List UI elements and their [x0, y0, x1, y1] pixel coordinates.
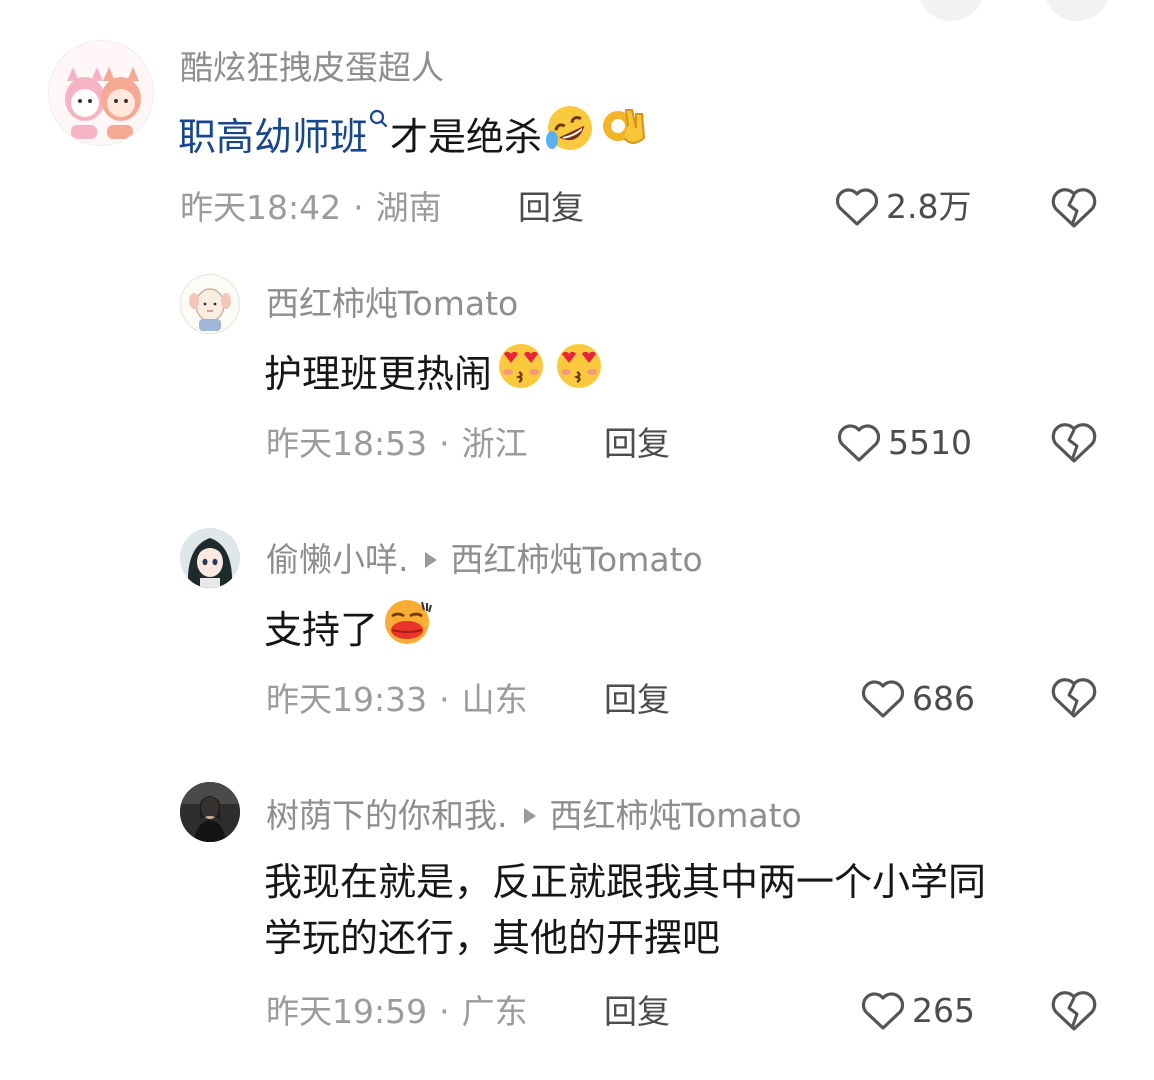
- avatar-cartoon-icon: [189, 288, 231, 331]
- comment-text: 支持了: [264, 598, 436, 667]
- top-button-partial-left[interactable]: [918, 0, 984, 21]
- comment-location: 浙江: [461, 424, 528, 463]
- avatar[interactable]: [180, 528, 240, 588]
- reply-to-username[interactable]: 西红柿炖Tomato: [550, 796, 802, 835]
- reply-arrow-icon: [424, 551, 437, 568]
- like-button[interactable]: 2.8万: [834, 186, 971, 228]
- reply-arrow-icon: [523, 807, 536, 824]
- like-count: 686: [912, 679, 975, 718]
- reply-to-username[interactable]: 西红柿炖Tomato: [451, 540, 703, 579]
- like-button[interactable]: 686: [860, 678, 975, 720]
- like-button[interactable]: 5510: [836, 422, 972, 464]
- broken-heart-icon: [1051, 188, 1097, 228]
- heart-icon: [861, 992, 905, 1030]
- heart-eyes-kiss-icon: [550, 338, 608, 407]
- comment-location: 山东: [461, 680, 528, 719]
- username[interactable]: 西红柿炖Tomato: [266, 284, 518, 324]
- comment-text-body: 支持了: [264, 608, 379, 652]
- heart-icon: [837, 424, 881, 462]
- heart-icon: [861, 680, 905, 718]
- comment-text-line-2: 学玩的还行，其他的开摆吧: [264, 916, 721, 960]
- comment-meta: 昨天19:59 · 广东: [266, 992, 528, 1032]
- dislike-button[interactable]: [1050, 421, 1098, 469]
- ok-hand-icon: [598, 100, 654, 171]
- comment-time: 昨天18:42: [180, 188, 342, 227]
- reply-button[interactable]: 回复: [604, 992, 670, 1032]
- avatar-anime-girl-icon: [180, 528, 240, 588]
- broken-heart-icon: [1051, 423, 1097, 463]
- avatar-cartoon-icon: [49, 41, 153, 145]
- comment-meta: 昨天18:53 · 浙江: [266, 424, 528, 464]
- username[interactable]: 酷炫狂拽皮蛋超人: [180, 48, 444, 88]
- username-link[interactable]: 偷懒小咩.: [266, 540, 409, 579]
- separator: ·: [439, 424, 450, 463]
- separator: ·: [439, 680, 450, 719]
- comment-text: 护理班更热闹: [264, 342, 608, 411]
- comment-text-line-1: 我现在就是，反正就跟我其中两一个小学同: [264, 860, 987, 904]
- like-count: 2.8万: [886, 187, 972, 226]
- comment-text-body: 才是绝杀: [390, 115, 543, 159]
- comment-location: 广东: [461, 992, 528, 1031]
- separator: ·: [353, 188, 364, 227]
- avatar[interactable]: [180, 274, 240, 334]
- avatar[interactable]: [180, 782, 240, 842]
- avatar-photo-icon: [180, 782, 240, 842]
- reply-button[interactable]: 回复: [604, 424, 670, 464]
- comment-time: 昨天19:33: [266, 680, 428, 719]
- comment-location: 湖南: [375, 188, 442, 227]
- reply-button[interactable]: 回复: [604, 680, 670, 720]
- search-tag-link[interactable]: 职高幼师班: [178, 115, 368, 159]
- like-count: 265: [912, 991, 975, 1030]
- broken-heart-icon: [1051, 678, 1097, 718]
- comment-text-body: 护理班更热闹: [264, 352, 493, 396]
- reply-button[interactable]: 回复: [518, 188, 584, 228]
- like-button[interactable]: 265: [860, 990, 975, 1032]
- dislike-button[interactable]: [1050, 676, 1098, 724]
- heart-eyes-kiss-icon: [492, 338, 550, 407]
- comment-meta: 昨天18:42 · 湖南: [180, 188, 442, 228]
- dislike-button[interactable]: [1050, 989, 1098, 1037]
- comment-text: 职高幼师班 才是绝杀: [178, 104, 654, 175]
- kissing-lips-icon: [378, 594, 436, 663]
- rofl-face-icon: [542, 102, 598, 169]
- like-count: 5510: [888, 423, 972, 462]
- separator: ·: [439, 992, 450, 1031]
- username-link[interactable]: 树荫下的你和我.: [266, 796, 508, 835]
- broken-heart-icon: [1051, 991, 1097, 1031]
- username: 偷懒小咩. 西红柿炖Tomato: [266, 540, 703, 580]
- comment-meta: 昨天19:33 · 山东: [266, 680, 528, 720]
- search-icon[interactable]: [368, 104, 390, 144]
- dislike-button[interactable]: [1050, 186, 1098, 234]
- heart-icon: [835, 188, 879, 226]
- comment-time: 昨天19:59: [266, 992, 428, 1031]
- username: 树荫下的你和我. 西红柿炖Tomato: [266, 796, 802, 836]
- comment-time: 昨天18:53: [266, 424, 428, 463]
- top-button-partial-right[interactable]: [1044, 0, 1110, 21]
- avatar[interactable]: [48, 40, 154, 146]
